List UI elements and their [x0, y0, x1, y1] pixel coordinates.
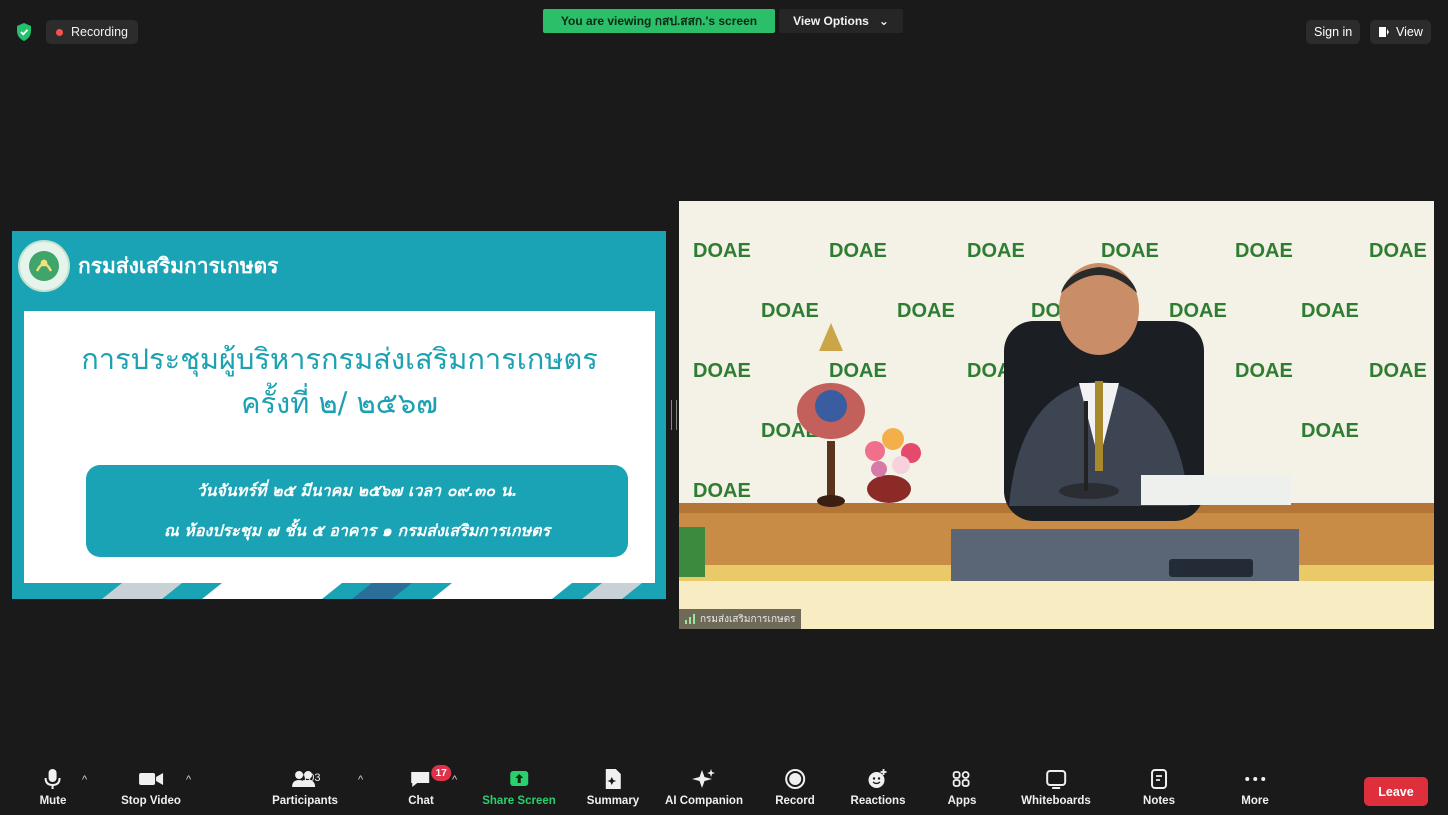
apps-button[interactable]: Apps — [947, 760, 977, 815]
view-options-button[interactable]: View Options ⌄ — [779, 9, 903, 33]
decorative-stripes — [12, 583, 666, 599]
participant-name-tag: กรมส่งเสริมการเกษตร — [679, 609, 802, 629]
shield-icon[interactable] — [14, 22, 34, 42]
meeting-location: ณ ห้องประชุม ๗ ชั้น ๕ อาคาร ๑ กรมส่งเสริ… — [163, 521, 551, 540]
share-screen-button[interactable]: Share Screen — [482, 760, 556, 815]
more-dots-icon — [1244, 777, 1265, 781]
reactions-label: Reactions — [850, 795, 906, 807]
doae-backdrop-logo: DOAE — [693, 480, 751, 502]
split-view-handle[interactable] — [671, 400, 677, 430]
speaker-video-tile[interactable]: DOAE DOAE DOAE DOAE DOAE DOAE DOAE DOAE DOAE DOAE… — [679, 201, 1434, 629]
chat-options-caret-icon[interactable]: ^ — [452, 774, 457, 786]
shared-screen-slide: กรมส่งเสริมการเกษตร การประชุมผู้บริหารกร… — [12, 231, 666, 599]
participants-label: Participants — [272, 795, 338, 807]
whiteboard-icon — [1045, 770, 1066, 789]
microphone-icon — [45, 769, 61, 789]
view-label: View — [1396, 25, 1423, 39]
notes-button[interactable]: Notes — [1143, 760, 1175, 815]
leave-label: Leave — [1378, 784, 1414, 799]
meeting-info-box: วันจันทร์ที่ ๒๕ มีนาคม ๒๕๖๗ เวลา ๐๙.๓๐ น… — [86, 465, 628, 557]
participants-button[interactable]: 103 Participants — [272, 760, 338, 815]
more-label: More — [1241, 795, 1269, 807]
meeting-title: การประชุมผู้บริหารกรมส่งเสริมการเกษตร คร… — [24, 337, 655, 425]
summary-label: Summary — [586, 795, 640, 807]
meeting-title-line1: การประชุมผู้บริหารกรมส่งเสริมการเกษตร — [81, 342, 598, 376]
apps-label: Apps — [947, 795, 977, 807]
doae-backdrop-logo: DOAE — [1301, 300, 1359, 322]
video-frame: DOAE DOAE DOAE DOAE DOAE DOAE DOAE DOAE DOAE DOAE… — [679, 201, 1434, 629]
reactions-button[interactable]: Reactions — [850, 760, 906, 815]
stop-video-label: Stop Video — [121, 795, 181, 807]
leave-button[interactable]: Leave — [1364, 777, 1428, 806]
record-label: Record — [775, 795, 815, 807]
share-screen-label: Share Screen — [482, 795, 556, 807]
doae-backdrop-logo: DOAE — [1101, 240, 1159, 262]
sign-in-label: Sign in — [1314, 25, 1353, 39]
share-screen-icon — [509, 771, 528, 786]
signal-bars-icon — [685, 614, 695, 624]
participants-options-caret-icon[interactable]: ^ — [358, 774, 363, 786]
video-camera-icon — [138, 773, 163, 785]
doae-backdrop-logo: DOAE — [967, 240, 1025, 262]
viewing-text: You are viewing กสป.สสก.'s screen — [560, 13, 758, 28]
participants-count: 103 — [302, 772, 321, 784]
more-button[interactable]: More — [1241, 760, 1269, 815]
top-bar: Recording You are viewing กสป.สสก.'s scr… — [0, 0, 1448, 56]
meeting-title-line2: ครั้งที่ ๒/ ๒๕๖๗ — [241, 386, 438, 420]
doae-backdrop-logo: DOAE — [1369, 360, 1427, 382]
record-button[interactable]: Record — [775, 760, 815, 815]
ai-companion-label: AI Companion — [665, 795, 743, 807]
recording-dot-icon — [56, 28, 63, 36]
notes-label: Notes — [1143, 795, 1175, 807]
chat-label: Chat — [408, 795, 434, 807]
recording-indicator[interactable]: Recording — [46, 20, 138, 44]
doae-backdrop-logo: DOAE — [897, 300, 955, 322]
sparkle-icon — [691, 769, 715, 788]
stop-video-button[interactable]: Stop Video — [121, 760, 181, 815]
whiteboards-button[interactable]: Whiteboards — [1021, 760, 1091, 815]
summary-button[interactable]: Summary — [587, 760, 639, 815]
record-icon — [785, 769, 805, 789]
notes-icon — [1150, 769, 1167, 789]
view-options-label: View Options — [793, 14, 869, 28]
doae-backdrop-logo: DOAE — [1369, 240, 1427, 262]
doae-backdrop-logo: DOAE — [1301, 420, 1359, 442]
doae-backdrop-logo: DOAE — [1235, 360, 1293, 382]
department-logo — [18, 240, 70, 292]
meeting-date: วันจันทร์ที่ ๒๕ มีนาคม ๒๕๖๗ เวลา ๐๙.๓๐ น… — [196, 481, 518, 500]
doae-backdrop-logo: DOAE — [761, 300, 819, 322]
slide-header: กรมส่งเสริมการเกษตร — [18, 240, 279, 292]
chat-bubble-icon — [411, 772, 429, 787]
sign-in-button[interactable]: Sign in — [1306, 20, 1361, 44]
participant-name: กรมส่งเสริมการเกษตร — [700, 613, 796, 625]
slide-content-panel: การประชุมผู้บริหารกรมส่งเสริมการเกษตร คร… — [24, 311, 655, 588]
chat-unread-badge: 17 — [431, 765, 452, 781]
doae-backdrop-logo: DOAE — [829, 240, 887, 262]
video-options-caret-icon[interactable]: ^ — [186, 774, 191, 786]
mute-label: Mute — [39, 795, 67, 807]
mute-button[interactable]: Mute — [39, 760, 67, 815]
apps-grid-icon — [953, 771, 970, 787]
ai-companion-button[interactable]: AI Companion — [665, 760, 743, 815]
whiteboards-label: Whiteboards — [1021, 795, 1091, 807]
doae-backdrop-logo: DOAE — [693, 360, 751, 382]
chevron-down-icon: ⌄ — [878, 14, 889, 28]
meeting-toolbar: Mute ^ Stop Video ^ 103 Participants ^ 1… — [0, 760, 1448, 815]
doae-backdrop-logo: DOAE — [693, 240, 751, 262]
recording-label: Recording — [71, 25, 128, 39]
view-layout-icon — [1379, 27, 1389, 37]
summary-document-icon — [605, 769, 621, 789]
department-name: กรมส่งเสริมการเกษตร — [78, 253, 279, 278]
view-button[interactable]: View — [1370, 20, 1431, 44]
chat-button[interactable]: 17 Chat — [408, 760, 452, 815]
viewing-screen-banner: You are viewing กสป.สสก.'s screen — [543, 9, 775, 33]
doae-backdrop-logo: DOAE — [1169, 300, 1227, 322]
audio-options-caret-icon[interactable]: ^ — [82, 774, 87, 786]
doae-backdrop-logo: DOAE — [1235, 240, 1293, 262]
smiley-plus-icon — [869, 769, 887, 788]
doae-backdrop-logo: DOAE — [829, 360, 887, 382]
